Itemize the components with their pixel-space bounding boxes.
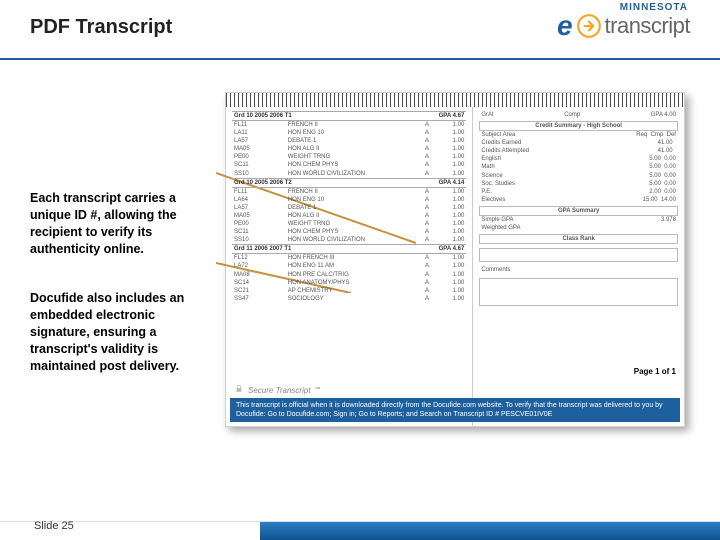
side-paragraph-2: Docufide also includes an embedded elect…	[30, 290, 210, 374]
credit-row: English5.00 0.00	[479, 155, 678, 163]
credit-row: Credits Attempted41.00	[479, 147, 678, 155]
logo-state-text: MINNESOTA	[620, 2, 688, 13]
credit-row: Soc. Studies5.00 0.00	[479, 180, 678, 188]
comments-box	[479, 278, 678, 306]
secure-text: Secure Transcript	[248, 386, 311, 395]
redaction-bar	[226, 93, 684, 107]
course-row: LA11HON ENG 10A1.00	[232, 129, 466, 137]
credit-row: P.E.2.00 0.00	[479, 188, 678, 196]
course-row: MA08HON PRE CALC/TRIGA1.00	[232, 271, 466, 279]
term-header: Grd 10 2005 2006 T1GPA 4.67	[232, 111, 466, 121]
course-row: SC21AP CHEMISTRYA1.00	[232, 287, 466, 295]
transcript-right-column: GrAt Comp GPA 4.00 Credit Summary - High…	[473, 107, 684, 426]
arrow-icon	[575, 12, 603, 40]
course-row: LA57DEBATE 1A1.00	[232, 137, 466, 145]
page-number: Page 1 of 1	[634, 367, 676, 376]
credit-row: Credits Earned41.00	[479, 139, 678, 147]
course-row: FL11FRENCH IIA1.00	[232, 188, 466, 196]
secure-transcript-label: Secure Transcript ™	[234, 384, 321, 396]
course-row: LA57DEBATE 1A1.00	[232, 204, 466, 212]
credit-summary-header: Credit Summary - High School	[479, 121, 678, 131]
logo-e-letter: e	[557, 10, 573, 42]
credit-row: Science5.00 0.00	[479, 172, 678, 180]
class-rank-header: Class Rank	[479, 234, 678, 244]
transcript-body: Grd 10 2005 2006 T1GPA 4.67FL11FRENCH II…	[226, 107, 684, 426]
verification-note-bar: This transcript is official when it is d…	[230, 398, 680, 422]
course-row: PE00WEIGHT TRNGA1.00	[232, 220, 466, 228]
side-paragraph-1: Each transcript carries a unique ID #, a…	[30, 190, 210, 258]
right-top-line: GrAt Comp GPA 4.00	[479, 111, 678, 119]
course-row: SS47SOCIOLOGYA1.00	[232, 295, 466, 303]
slide-content: Each transcript carries a unique ID #, a…	[0, 60, 720, 490]
credit-row: Math5.00 0.00	[479, 163, 678, 171]
gpa-summary-table: Simple GPA3.978Weighted GPA	[479, 216, 678, 232]
gpa-row: Weighted GPA	[479, 224, 678, 232]
slide-number-label: Slide 25	[34, 520, 74, 532]
course-row: FL11FRENCH IIA1.00	[232, 121, 466, 129]
term-header: Grd 11 2006 2007 T1GPA 4.67	[232, 244, 466, 254]
credit-summary-table: Subject AreaReq Cmp DefCredits Earned41.…	[479, 131, 678, 204]
footer-blue-bar	[260, 522, 720, 540]
term-header: Grd 10 2005 2006 T2GPA 4.14	[232, 178, 466, 188]
lock-icon	[234, 384, 244, 396]
comments-label: Comments	[479, 266, 678, 274]
brand-logo: MINNESOTA e transcript	[557, 10, 690, 42]
gpa-row: Simple GPA3.978	[479, 216, 678, 224]
logo-word-text: transcript	[605, 13, 690, 39]
slide-header: PDF Transcript MINNESOTA e transcript	[0, 0, 720, 60]
gpa-summary-header: GPA Summary	[479, 206, 678, 216]
slide-footer: Slide 25	[0, 510, 720, 540]
rt-left: GrAt	[481, 111, 493, 119]
course-row: SS10HON WORLD CIVILIZATIONA1.00	[232, 236, 466, 244]
transcript-left-column: Grd 10 2005 2006 T1GPA 4.67FL11FRENCH II…	[226, 107, 473, 426]
course-row: SC11HON CHEM PHYSA1.00	[232, 161, 466, 169]
course-row: MA05HON ALG IIA1.00	[232, 145, 466, 153]
course-row: SS10HON WORLD CIVILIZATIONA1.00	[232, 170, 466, 178]
course-row: SC14HON ANATOMY/PHYSA1.00	[232, 279, 466, 287]
credit-columns: Subject AreaReq Cmp Def	[479, 131, 678, 139]
credit-row: Electives15.00 14.00	[479, 196, 678, 204]
course-row: SC11HON CHEM PHYSA1.00	[232, 228, 466, 236]
course-row: LA72HON ENG 11 AMA1.00	[232, 262, 466, 270]
class-rank-box	[479, 248, 678, 262]
rt-right: GPA 4.00	[651, 111, 676, 119]
transcript-screenshot: Grd 10 2005 2006 T1GPA 4.67FL11FRENCH II…	[225, 92, 685, 427]
course-row: LA64HON ENG 10A1.00	[232, 196, 466, 204]
course-row: MA05HON ALG IIA1.00	[232, 212, 466, 220]
course-row: PE00WEIGHT TRNGA1.00	[232, 153, 466, 161]
rt-mid: Comp	[564, 111, 580, 119]
course-row: FL12HON FRENCH IIIA1.00	[232, 254, 466, 262]
